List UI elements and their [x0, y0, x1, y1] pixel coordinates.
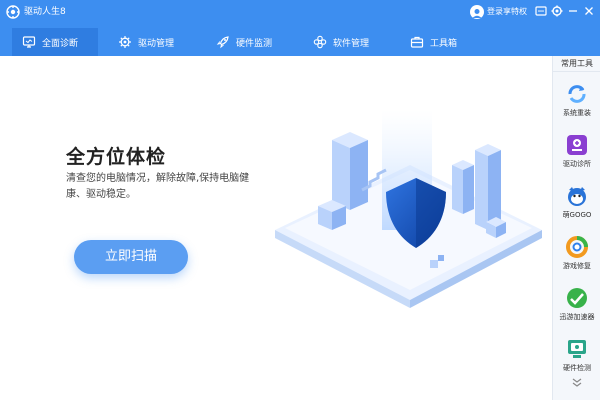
app-title: 驱动人生8: [24, 7, 66, 17]
close-icon[interactable]: [582, 4, 596, 18]
accelerator-icon: [567, 288, 587, 308]
tab-hardware-monitor[interactable]: 硬件监测: [216, 28, 272, 56]
sidebar-heading: 常用工具: [553, 56, 600, 72]
sidebar-item-label: 系统重装: [563, 109, 591, 117]
avatar-icon: [470, 5, 484, 19]
title-bar: 驱动人生8 登录享特权: [0, 0, 600, 24]
sidebar-item-hardware-check[interactable]: 硬件检测: [553, 333, 600, 383]
toolbox-icon: [410, 36, 424, 48]
sidebar-item-meng-gogo[interactable]: 萌GOGO: [553, 180, 600, 230]
login-link[interactable]: 登录享特权: [470, 3, 527, 21]
sidebar-item-label: 萌GOGO: [562, 211, 592, 219]
hero-title: 全方位体检: [66, 146, 167, 168]
tab-label: 全面诊断: [42, 38, 79, 49]
tab-label: 硬件监测: [236, 38, 273, 49]
app-logo-icon: [6, 5, 20, 19]
tab-label: 工具箱: [430, 38, 458, 49]
tab-diagnosis[interactable]: 全面诊断: [12, 28, 98, 56]
apps-icon: [313, 35, 327, 49]
tab-toolbox[interactable]: 工具箱: [410, 28, 457, 56]
minimize-icon[interactable]: [566, 4, 580, 18]
hero-description: 清查您的电脑情况，解除故障,保持电脑健康、驱动稳定。: [66, 173, 250, 200]
main-tabs: 全面诊断 驱动管理 硬件监测 软件管理 工具箱: [0, 28, 540, 56]
rocket-icon: [216, 36, 229, 49]
app-window: 驱动人生8 登录享特权 全面诊断 驱动管理 硬件监测 软件管理 工具箱 全方位体…: [0, 0, 600, 400]
driver-clinic-icon: [567, 135, 587, 155]
sidebar-item-system-reinstall[interactable]: 系统重装: [553, 78, 600, 128]
sidebar-item-driver-clinic[interactable]: 驱动诊所: [553, 129, 600, 179]
tab-label: 软件管理: [333, 38, 370, 49]
hardware-check-icon: [568, 340, 586, 358]
tools-sidebar: 常用工具 系统重装 驱动诊所 萌GOGO 游戏修复 迅游加速器 硬件检测: [552, 56, 600, 400]
gear-icon: [119, 36, 131, 48]
tab-software-manage[interactable]: 软件管理: [313, 28, 369, 56]
sidebar-item-label: 迅游加速器: [559, 313, 595, 321]
system-reinstall-icon: [568, 85, 586, 103]
top-bar: 驱动人生8 登录享特权 全面诊断 驱动管理 硬件监测 软件管理 工具箱: [0, 0, 600, 56]
sidebar-item-game-repair[interactable]: 游戏修复: [553, 231, 600, 281]
scan-now-button[interactable]: 立即扫描: [74, 240, 188, 274]
sidebar-item-label: 驱动诊所: [563, 160, 591, 168]
tab-label: 驱动管理: [138, 38, 175, 49]
settings-icon[interactable]: [550, 4, 564, 18]
message-icon[interactable]: [534, 4, 548, 18]
game-repair-icon: [566, 236, 588, 258]
sidebar-item-label: 硬件检测: [563, 364, 591, 372]
monitor-icon: [22, 36, 36, 48]
sidebar-item-accelerator[interactable]: 迅游加速器: [553, 282, 600, 332]
login-label: 登录享特权: [487, 7, 527, 16]
cat-mascot-icon: [568, 187, 586, 206]
sidebar-item-label: 游戏修复: [563, 262, 591, 270]
chevron-down-icon[interactable]: [571, 378, 583, 388]
security-shield-illustration: [275, 110, 542, 308]
tab-driver-manage[interactable]: 驱动管理: [118, 28, 174, 56]
